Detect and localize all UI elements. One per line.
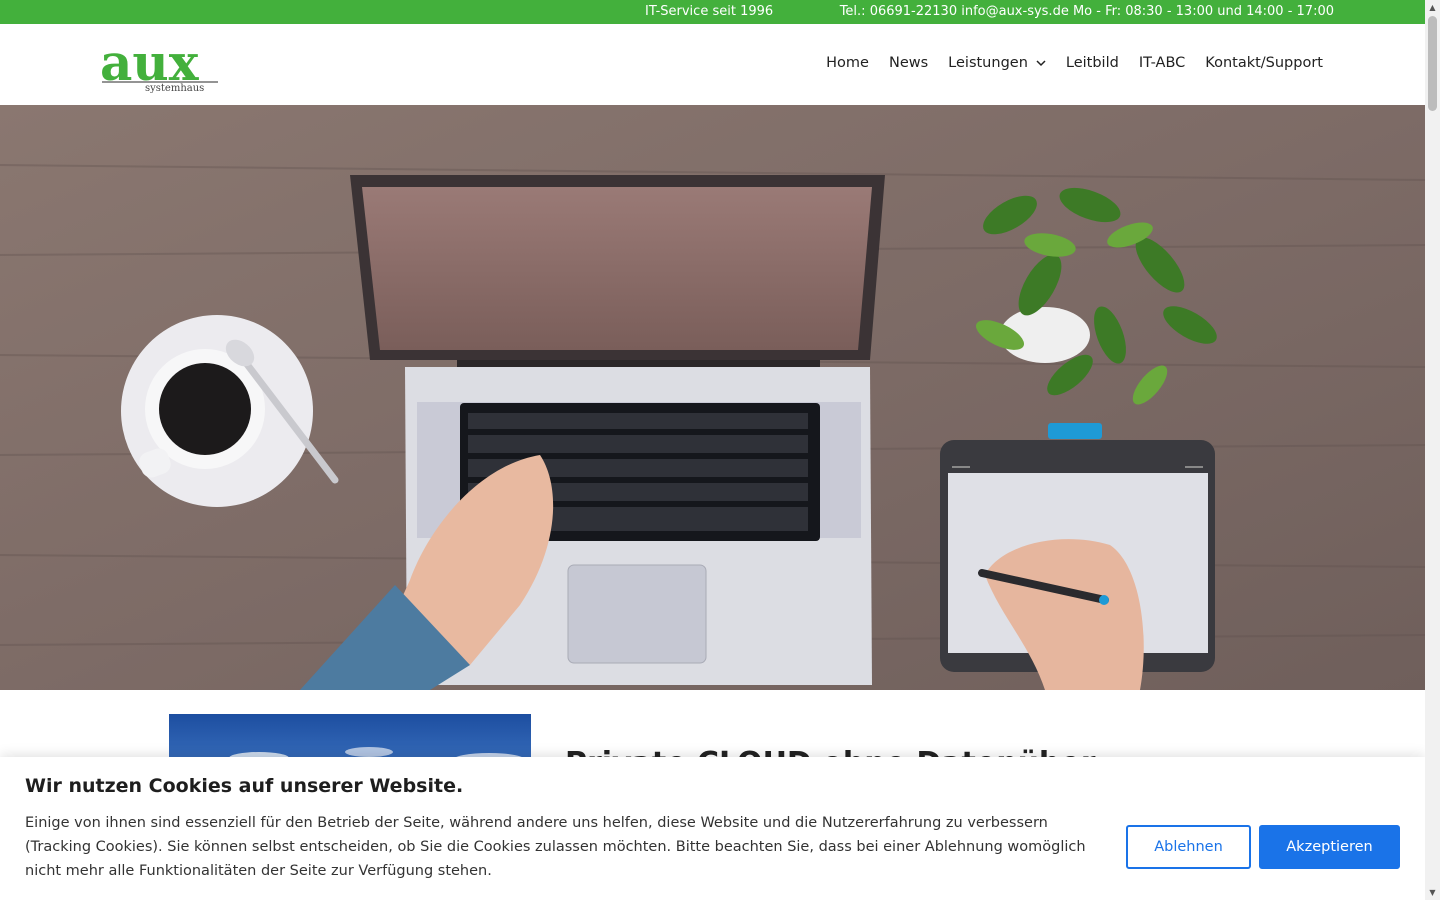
since-text: IT-Service seit 1996	[645, 4, 774, 19]
cookie-text: Einige von ihnen sind essenziell für den…	[25, 815, 1086, 879]
nav-item-home[interactable]: Home	[826, 55, 869, 71]
logo[interactable]: aux systemhaus	[100, 36, 220, 94]
nav-item-news[interactable]: News	[889, 55, 928, 71]
accept-button[interactable]: Akzeptieren	[1259, 825, 1400, 869]
nav-label: IT-ABC	[1138, 55, 1186, 71]
site-header: aux systemhaus Home News Leistungen Leit…	[0, 24, 1425, 106]
scrollbar-thumb[interactable]	[1428, 16, 1437, 111]
decline-button[interactable]: Ablehnen	[1126, 825, 1251, 869]
nav-label: Home	[826, 55, 869, 71]
contact-info: Tel.: 06691-22130 info@aux-sys.de Mo - F…	[839, 4, 1334, 19]
nav-label: Kontakt/Support	[1205, 55, 1323, 71]
nav-item-it-abc[interactable]: IT-ABC	[1139, 55, 1185, 71]
main-nav: Home News Leistungen Leitbild IT-ABC Kon…	[826, 55, 1323, 71]
nav-item-kontakt-support[interactable]: Kontakt/Support	[1205, 55, 1323, 71]
cookie-banner: Wir nutzen Cookies auf unserer Website. …	[0, 757, 1425, 900]
nav-label: Leitbild	[1065, 55, 1119, 71]
page-scrollbar[interactable]: ▲ ▼	[1425, 0, 1440, 900]
nav-label: News	[888, 55, 929, 71]
cookie-title: Wir nutzen Cookies auf unserer Website.	[25, 775, 464, 797]
logo-subtitle: systemhaus	[145, 83, 204, 94]
nav-item-leistungen[interactable]: Leistungen	[948, 55, 1046, 71]
nav-item-leitbild[interactable]: Leitbild	[1066, 55, 1119, 71]
scroll-down-icon[interactable]: ▼	[1425, 885, 1440, 900]
nav-label: Leistungen	[948, 55, 1028, 71]
top-info-bar: IT-Service seit 1996 Tel.: 06691-22130 i…	[0, 0, 1425, 24]
hero-image	[0, 105, 1425, 690]
chevron-down-icon	[1036, 60, 1046, 67]
scroll-up-icon[interactable]: ▲	[1425, 0, 1440, 15]
